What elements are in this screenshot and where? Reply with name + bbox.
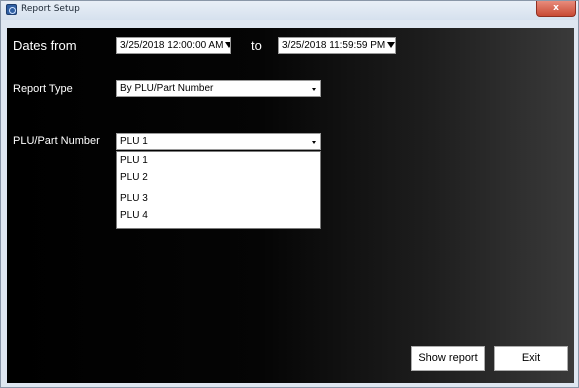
report-type-value: By PLU/Part Number bbox=[120, 83, 214, 94]
plu-option[interactable]: PLU 4 bbox=[120, 210, 148, 221]
chevron-down-icon bbox=[312, 141, 316, 144]
plu-option[interactable]: PLU 2 bbox=[120, 172, 148, 183]
date-to-value: 3/25/2018 11:59:59 PM bbox=[282, 40, 386, 51]
report-setup-window: Report Setup x Dates from 3/25/2018 12:0… bbox=[0, 0, 579, 388]
plu-label: PLU/Part Number bbox=[13, 135, 100, 147]
date-from-value: 3/25/2018 12:00:00 AM bbox=[120, 40, 224, 51]
plu-select[interactable]: PLU 1 bbox=[116, 133, 321, 150]
date-to-picker[interactable]: 3/25/2018 11:59:59 PM bbox=[278, 37, 396, 54]
dates-from-label: Dates from bbox=[13, 38, 77, 53]
window-title: Report Setup bbox=[21, 4, 80, 14]
close-button[interactable]: x bbox=[536, 1, 576, 17]
date-from-picker[interactable]: 3/25/2018 12:00:00 AM bbox=[116, 37, 231, 54]
close-icon: x bbox=[553, 3, 559, 13]
exit-button[interactable]: Exit bbox=[494, 346, 568, 371]
report-setup-panel: Dates from 3/25/2018 12:00:00 AM to 3/25… bbox=[7, 28, 574, 383]
report-type-label: Report Type bbox=[13, 83, 73, 95]
report-type-select[interactable]: By PLU/Part Number bbox=[116, 80, 321, 97]
app-icon bbox=[6, 4, 17, 15]
show-report-button[interactable]: Show report bbox=[411, 346, 485, 371]
triangle-down-icon[interactable] bbox=[225, 42, 230, 49]
plu-option[interactable]: PLU 3 bbox=[120, 193, 148, 204]
plu-option[interactable]: PLU 1 bbox=[120, 155, 148, 166]
plu-dropdown-list: PLU 1 PLU 2 PLU 3 PLU 4 bbox=[116, 151, 321, 229]
to-label: to bbox=[251, 38, 262, 53]
title-bar: Report Setup x bbox=[1, 1, 578, 20]
triangle-down-icon[interactable] bbox=[387, 42, 395, 49]
plu-value: PLU 1 bbox=[120, 136, 148, 147]
chevron-down-icon bbox=[312, 88, 316, 91]
